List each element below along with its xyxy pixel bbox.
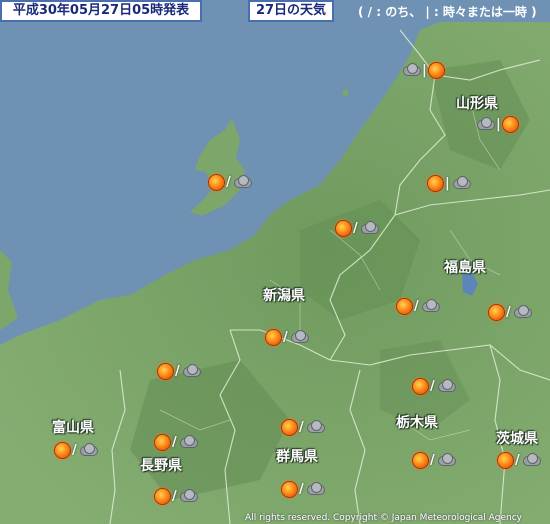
sun-icon bbox=[282, 481, 297, 497]
forecast-separator: / bbox=[226, 174, 231, 190]
cloud-icon bbox=[437, 379, 456, 392]
forecast-separator: | bbox=[496, 116, 501, 132]
cloud-icon bbox=[306, 482, 325, 495]
forecast-separator: / bbox=[414, 298, 419, 314]
forecast-day: 27日の天気 bbox=[248, 0, 334, 22]
pref-label-nagano: 長野県 bbox=[140, 458, 182, 474]
sun-icon bbox=[209, 174, 224, 190]
forecast-yamagata-south: | bbox=[428, 174, 471, 192]
forecast-gunma-south: / bbox=[282, 480, 325, 498]
forecast-gunma-north: / bbox=[282, 418, 325, 436]
sun-icon bbox=[266, 329, 281, 345]
forecast-nagano-center: / bbox=[155, 487, 198, 505]
copyright-notice: All rights reserved. Copyright © Japan M… bbox=[245, 513, 522, 523]
forecast-separator: / bbox=[72, 442, 77, 458]
weather-map: 平成30年05月27日05時発表 27日の天気 ( / : のち、 | : 時々… bbox=[0, 0, 550, 524]
cloud-icon bbox=[402, 63, 421, 76]
symbol-legend: ( / : のち、 | : 時々または一時 ) bbox=[358, 5, 537, 19]
cloud-icon bbox=[522, 453, 541, 466]
forecast-separator: / bbox=[430, 452, 435, 468]
cloud-icon bbox=[179, 489, 198, 502]
forecast-niigata-chuetsu: / bbox=[266, 328, 309, 346]
cloud-icon bbox=[513, 305, 532, 318]
cloud-icon bbox=[182, 364, 201, 377]
forecast-separator: / bbox=[515, 452, 520, 468]
cloud-icon bbox=[360, 221, 379, 234]
cloud-icon bbox=[306, 420, 325, 433]
issue-datetime: 平成30年05月27日05時発表 bbox=[0, 0, 202, 22]
forecast-separator: / bbox=[172, 488, 177, 504]
pref-label-niigata: 新潟県 bbox=[263, 288, 305, 304]
pref-label-fukushima: 福島県 bbox=[444, 260, 486, 276]
sun-icon bbox=[336, 220, 351, 236]
forecast-ibaraki: / bbox=[498, 451, 541, 469]
cloud-icon bbox=[476, 117, 495, 130]
forecast-separator: / bbox=[506, 304, 511, 320]
sun-icon bbox=[155, 488, 170, 504]
cloud-icon bbox=[452, 176, 471, 189]
sun-icon bbox=[502, 116, 518, 132]
forecast-yamagata-north: | bbox=[402, 61, 444, 79]
cloud-icon bbox=[421, 299, 440, 312]
sun-icon bbox=[397, 298, 412, 314]
pref-label-toyama: 富山県 bbox=[52, 420, 94, 436]
cloud-icon bbox=[437, 453, 456, 466]
pref-label-ibaraki: 茨城県 bbox=[496, 431, 538, 447]
sun-icon bbox=[498, 452, 513, 468]
pref-label-gunma: 群馬県 bbox=[276, 449, 318, 465]
pref-label-yamagata: 山形県 bbox=[456, 96, 498, 112]
noto-peninsula bbox=[0, 250, 18, 330]
sun-icon bbox=[282, 419, 297, 435]
cloud-icon bbox=[79, 443, 98, 456]
forecast-niigata-joetsu: / bbox=[158, 362, 201, 380]
cloud-icon bbox=[179, 435, 198, 448]
forecast-separator: / bbox=[283, 329, 288, 345]
forecast-toyama: / bbox=[55, 441, 98, 459]
forecast-separator: / bbox=[430, 378, 435, 394]
sun-icon bbox=[158, 363, 173, 379]
forecast-tochigi-north: / bbox=[413, 377, 456, 395]
forecast-nagano-north: / bbox=[155, 433, 198, 451]
cloud-icon bbox=[290, 330, 309, 343]
sun-icon bbox=[55, 442, 70, 458]
forecast-fukushima-aizu: / bbox=[397, 297, 440, 315]
sado-island bbox=[190, 118, 245, 216]
forecast-fukushima-hamadori: / bbox=[489, 303, 532, 321]
forecast-separator: / bbox=[299, 481, 304, 497]
cloud-icon bbox=[233, 175, 252, 188]
forecast-separator: | bbox=[445, 175, 450, 191]
sun-icon bbox=[413, 452, 428, 468]
forecast-niigata-kaetsu: / bbox=[336, 219, 379, 237]
sun-icon bbox=[155, 434, 170, 450]
forecast-separator: / bbox=[299, 419, 304, 435]
forecast-tochigi-south: / bbox=[413, 451, 456, 469]
pref-label-tochigi: 栃木県 bbox=[396, 415, 438, 431]
sun-icon bbox=[489, 304, 504, 320]
sun-icon bbox=[428, 62, 444, 78]
forecast-separator: / bbox=[175, 363, 180, 379]
sun-icon bbox=[413, 378, 428, 394]
forecast-separator: / bbox=[172, 434, 177, 450]
forecast-sado: / bbox=[209, 173, 252, 191]
awashima-island bbox=[342, 88, 349, 97]
forecast-yamagata-east: | bbox=[476, 115, 518, 133]
sun-icon bbox=[428, 175, 443, 191]
forecast-separator: / bbox=[353, 220, 358, 236]
forecast-separator: | bbox=[422, 62, 427, 78]
